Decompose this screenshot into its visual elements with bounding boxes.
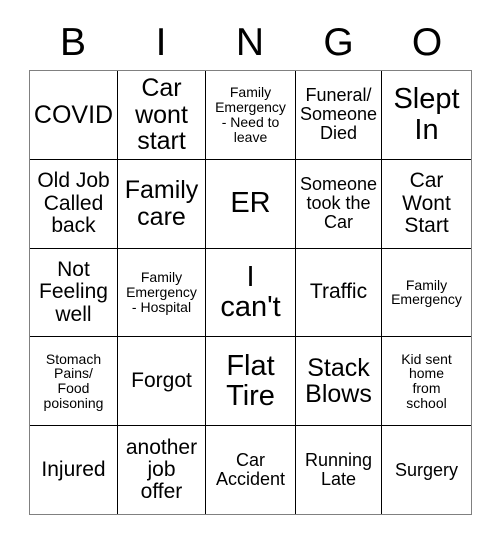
bingo-row: Injured another job offer Car Accident R… — [30, 426, 471, 514]
bingo-header-letter-b: B — [59, 21, 86, 64]
bingo-header-letter-i: I — [155, 21, 167, 64]
bingo-cell[interactable]: Car Accident — [206, 426, 296, 514]
bingo-cell[interactable]: Kid sent home from school — [382, 337, 471, 425]
bingo-cell[interactable]: ER — [206, 159, 296, 248]
bingo-header-letter-n: N — [235, 21, 265, 64]
bingo-cell[interactable]: Family care — [118, 159, 206, 248]
bingo-cell[interactable]: I can't — [206, 248, 296, 337]
bingo-cell[interactable]: Car wont start — [118, 71, 206, 159]
bingo-cell[interactable]: COVID — [30, 71, 118, 159]
bingo-cell[interactable]: Family Emergency - Hospital — [118, 248, 206, 337]
bingo-row: Not Feeling well Family Emergency - Hosp… — [30, 248, 471, 338]
bingo-cell[interactable]: Flat Tire — [206, 337, 296, 426]
bingo-cell[interactable]: Stack Blows — [296, 337, 382, 426]
bingo-cell[interactable]: Family Emergency - Need to leave — [206, 71, 296, 159]
bingo-cell[interactable]: Old Job Called back — [30, 159, 118, 248]
bingo-cell[interactable]: Not Feeling well — [30, 248, 118, 337]
bingo-card: B I N G O COVID Car wont start Family Em… — [0, 0, 500, 544]
bingo-cell[interactable]: Forgot — [118, 337, 206, 426]
bingo-cell[interactable]: Someone took the Car — [296, 159, 382, 248]
bingo-cell[interactable]: Family Emergency — [382, 249, 471, 337]
bingo-header-letter-g: G — [323, 21, 354, 64]
bingo-header-row: B I N G O — [29, 18, 472, 68]
bingo-grid: COVID Car wont start Family Emergency - … — [29, 70, 472, 515]
bingo-cell[interactable]: Surgery — [382, 426, 471, 514]
bingo-cell[interactable]: Stomach Pains/ Food poisoning — [30, 337, 118, 426]
bingo-row: Old Job Called back Family care ER Someo… — [30, 159, 471, 249]
bingo-cell[interactable]: Injured — [30, 426, 118, 514]
bingo-row: Stomach Pains/ Food poisoning Forgot Fla… — [30, 337, 471, 427]
bingo-cell[interactable]: Slept In — [382, 71, 471, 159]
bingo-cell[interactable]: Running Late — [296, 426, 382, 514]
bingo-cell[interactable]: Car Wont Start — [382, 160, 471, 248]
bingo-row: COVID Car wont start Family Emergency - … — [30, 71, 471, 160]
bingo-cell[interactable]: Funeral/ Someone Died — [296, 71, 382, 159]
bingo-header-letter-o: O — [411, 21, 443, 64]
bingo-cell[interactable]: another job offer — [118, 426, 206, 514]
bingo-cell[interactable]: Traffic — [296, 248, 382, 337]
